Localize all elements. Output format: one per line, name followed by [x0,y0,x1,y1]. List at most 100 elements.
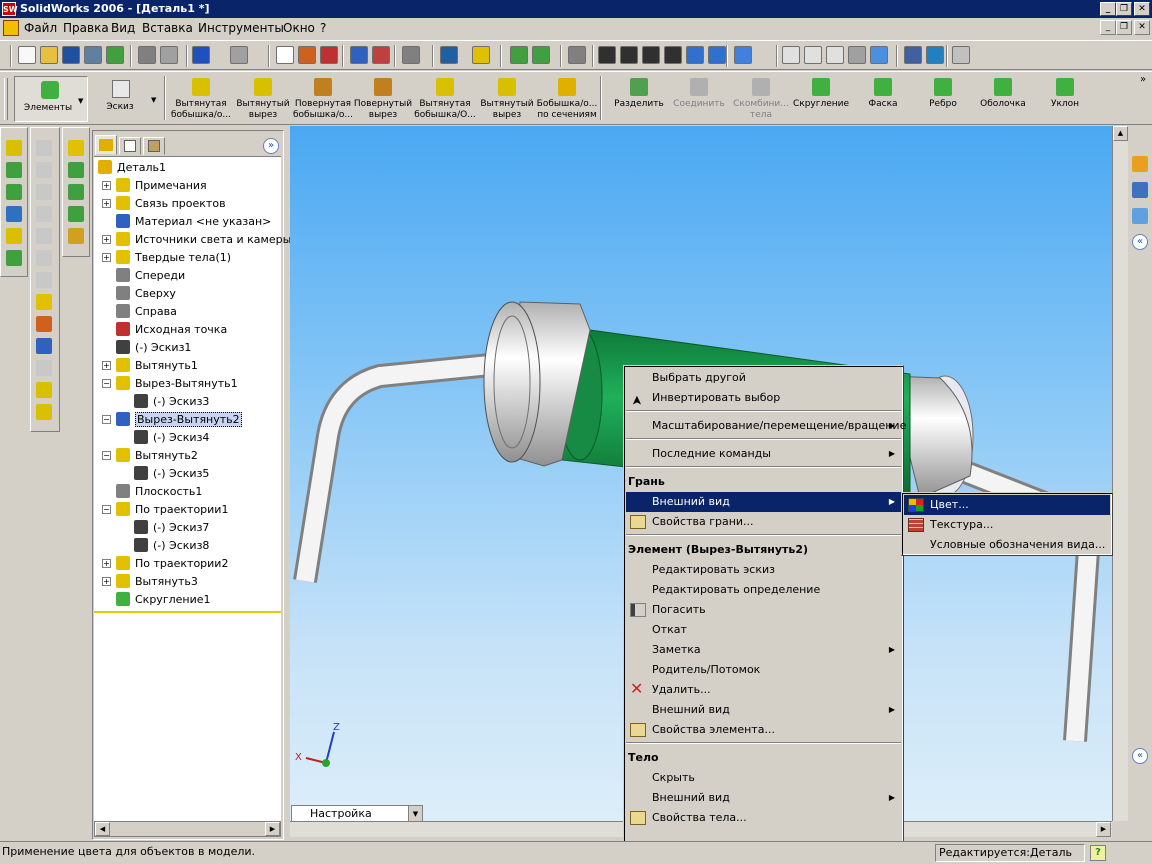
tree-item[interactable]: Источники света и камеры [116,231,291,249]
menu-item[interactable]: Откат [626,620,901,640]
viewport-vertical-scrollbar[interactable]: ▲ [1112,126,1128,821]
tree-root[interactable]: Деталь1 [98,159,166,177]
menu-item[interactable]: Родитель/Потомок [626,660,901,680]
menu-item[interactable]: Редактировать эскиз [626,560,901,580]
help-icon[interactable]: ? [1090,845,1106,861]
fillet-surface-icon[interactable] [36,272,52,288]
menu-item[interactable]: ✕ Удалить... [626,680,901,700]
tree-item[interactable]: Исходная точка [116,321,227,339]
feature-button-0[interactable]: Вытянутая бобышка/о... [170,78,232,121]
chevron-down-icon[interactable]: ▼ [408,806,422,821]
shaded-icon[interactable] [870,46,888,64]
wedge-icon[interactable] [36,228,52,244]
menu-item-2[interactable]: Вид [111,21,135,35]
scroll-left-icon[interactable]: ◀ [95,822,110,836]
feature-button-4[interactable]: Вытянутая бобышка/О... [414,78,476,121]
menu-item[interactable]: Внешний вид ▶ [626,492,901,512]
doc-close-button[interactable]: ✕ [1134,20,1150,35]
expand-icon[interactable]: + [102,559,111,568]
cosmetic-thread-icon[interactable] [36,404,52,420]
feature-button-10[interactable]: Скругление [790,78,852,110]
feature-button-2[interactable]: Повернутая бобышка/о... [292,78,354,121]
menu-item-6[interactable]: ? [320,21,326,35]
submenu-item[interactable]: Текстура... [904,515,1110,535]
minimize-button[interactable]: _ [1100,2,1116,16]
menu-item[interactable]: Свойства элемента... [626,720,901,740]
sketch-icon[interactable] [298,46,316,64]
menu-item-1[interactable]: Правка [63,21,109,35]
blank-icon[interactable] [36,360,52,376]
app-menu-icon[interactable] [3,20,19,36]
tree-item[interactable]: (-) Эскиз8 [134,537,209,555]
collapse-icon[interactable]: − [102,451,111,460]
menu-item[interactable]: Скрыть [626,768,901,788]
toolbar-overflow-icon[interactable]: » [1140,74,1146,85]
wireframe-icon[interactable] [782,46,800,64]
tree-item[interactable]: (-) Эскиз7 [134,519,209,537]
view-orient-icon[interactable] [734,46,752,64]
save-icon[interactable] [62,46,80,64]
revolve-icon[interactable] [6,162,22,178]
tree-item[interactable]: Примечания [116,177,207,195]
expand-icon[interactable]: + [102,577,111,586]
helix-icon[interactable] [6,250,22,266]
tree-item[interactable]: Спереди [116,267,185,285]
print-preview-icon[interactable] [84,46,102,64]
tree-item[interactable]: Сверху [116,285,176,303]
tree-item[interactable]: Материал <не указан> [116,213,271,231]
tree-item[interactable]: Скругление1 [116,591,211,609]
menu-item[interactable]: Редактировать определение [626,580,901,600]
box-icon[interactable] [36,140,52,156]
tab-feature-tree[interactable] [95,135,117,155]
cone-icon[interactable] [36,184,52,200]
menu-item[interactable]: Заметка ▶ [626,640,901,660]
tree-item[interactable]: Вытянуть3 [116,573,198,591]
mate-reference-icon[interactable] [68,228,84,244]
feature-button-14[interactable]: Уклон [1034,78,1096,110]
sketch-edit-icon[interactable] [36,294,52,310]
material-icon[interactable] [372,46,390,64]
expand-icon[interactable]: + [102,181,111,190]
tree-item[interactable]: (-) Эскиз5 [134,465,209,483]
rebuild-icon[interactable] [106,46,124,64]
scroll-right-icon[interactable]: ▶ [1096,822,1111,837]
expand-icon[interactable]: + [102,235,111,244]
maximize-button[interactable]: ❐ [1116,2,1132,16]
tree-item[interactable]: Вытянуть1 [116,357,198,375]
menu-item-5[interactable]: Окно [283,21,315,35]
toolbar-grip[interactable] [4,78,8,120]
scroll-right-icon[interactable]: ▶ [265,822,280,836]
feature-button-5[interactable]: Вытянутый вырез [476,78,538,121]
menu-item[interactable]: Погасить [626,600,901,620]
tree-item[interactable]: Вырез-Вытянуть2 [116,411,242,429]
display-icon[interactable] [926,46,944,64]
options-icon[interactable] [402,46,420,64]
dimension-icon[interactable] [36,316,52,332]
doc-restore-button[interactable]: ❐ [1116,20,1132,35]
feature-button-13[interactable]: Оболочка [972,78,1034,110]
no-hidden-icon[interactable] [826,46,844,64]
tree-item[interactable]: Вытянуть2 [116,447,198,465]
tree-item[interactable]: Связь проектов [116,195,226,213]
menu-item[interactable]: Свойства тела... [626,808,901,828]
collapse-panel-icon[interactable]: » [263,138,279,154]
tab-property-manager[interactable] [119,137,141,155]
file-explorer-icon[interactable] [1132,208,1148,224]
curve-icon[interactable] [6,206,22,222]
mate-icon[interactable] [532,46,550,64]
configuration-dropdown[interactable]: Настройка ▼ [291,805,423,821]
tree-item[interactable]: (-) Эскиз1 [116,339,191,357]
extrude-icon[interactable] [6,140,22,156]
submenu-item[interactable]: Цвет... [904,495,1110,515]
hidden-lines-icon[interactable] [804,46,822,64]
zoom-out-icon[interactable] [664,46,682,64]
pan-icon[interactable] [708,46,726,64]
menu-item[interactable]: Масштабирование/перемещение/вращение ▶ [626,416,906,436]
expand-task-pane-icon[interactable]: « [1132,748,1148,764]
new-icon[interactable] [18,46,36,64]
help-icon[interactable] [472,46,490,64]
submenu-item[interactable]: Условные обозначения вида... [904,535,1110,555]
hole-icon[interactable] [36,382,52,398]
expand-icon[interactable]: + [102,361,111,370]
zoom-fit-icon[interactable] [598,46,616,64]
